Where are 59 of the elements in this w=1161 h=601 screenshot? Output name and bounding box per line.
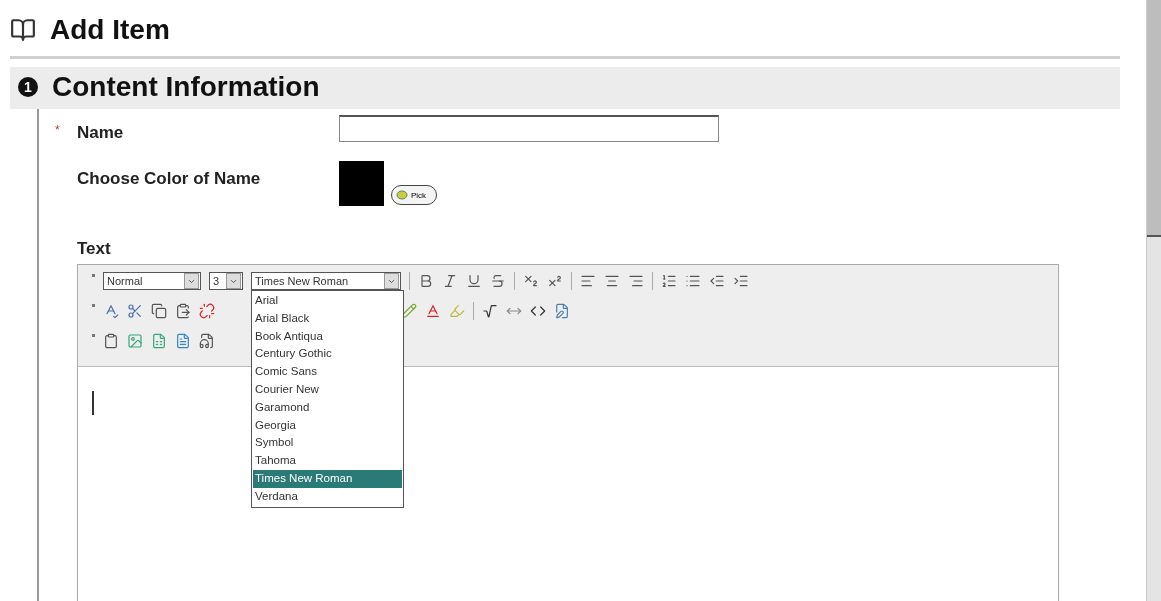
code-icon[interactable] (530, 303, 546, 319)
book-icon (10, 17, 36, 43)
outdent-icon[interactable] (709, 273, 725, 289)
bold-icon[interactable] (418, 273, 434, 289)
copy-icon[interactable] (151, 303, 167, 319)
superscript-icon[interactable] (547, 273, 563, 289)
unlink-icon[interactable] (199, 303, 215, 319)
pencil-icon[interactable] (401, 303, 417, 319)
font-option[interactable]: Arial (253, 292, 402, 310)
numbered-list-icon[interactable] (661, 273, 677, 289)
italic-icon[interactable] (442, 273, 458, 289)
cut-icon[interactable] (127, 303, 143, 319)
font-option[interactable]: Arial Black (253, 309, 402, 328)
align-center-icon[interactable] (604, 273, 620, 289)
font-option[interactable]: Century Gothic (253, 345, 402, 364)
color-swatch[interactable] (339, 161, 384, 206)
font-option[interactable]: Book Antiqua (253, 327, 402, 346)
clipboard-icon[interactable] (103, 333, 119, 349)
field-label: Choose Color of Name (77, 169, 262, 189)
font-option[interactable]: Symbol (253, 434, 402, 453)
font-option[interactable]: Times New Roman (253, 469, 402, 488)
scrollbar[interactable] (1146, 0, 1161, 601)
field-label: Name (77, 123, 125, 143)
spreadsheet-icon[interactable] (151, 333, 167, 349)
palette-icon (396, 190, 408, 200)
font-option[interactable]: Verdana (253, 487, 402, 506)
section-title: Content Information (52, 71, 320, 103)
media-icon[interactable] (199, 333, 215, 349)
square-root-icon[interactable] (482, 303, 498, 319)
format-select[interactable]: Normal (103, 272, 201, 290)
font-option[interactable]: Courier New (253, 381, 402, 399)
text-color-icon[interactable] (425, 303, 441, 319)
edit-document-icon[interactable] (554, 303, 570, 319)
text-cursor-icon (92, 391, 94, 415)
field-label: Text (77, 239, 112, 259)
scrollbar-thumb[interactable] (1147, 0, 1161, 237)
font-option[interactable]: Comic Sans (253, 363, 402, 381)
spellcheck-icon[interactable] (103, 303, 119, 319)
grip-icon (92, 334, 95, 337)
paste-icon[interactable] (175, 303, 191, 319)
grip-icon (92, 304, 95, 307)
document-icon[interactable] (175, 333, 191, 349)
required-mark: * (55, 123, 61, 137)
page-title: Add Item (50, 14, 170, 46)
font-option[interactable]: Georgia (253, 416, 402, 435)
strikethrough-icon[interactable] (490, 273, 506, 289)
underline-icon[interactable] (466, 273, 482, 289)
font-option[interactable]: Tahoma (253, 452, 402, 470)
grip-icon (92, 274, 95, 277)
font-option[interactable]: Garamond (253, 398, 402, 417)
subscript-icon[interactable] (523, 273, 539, 289)
align-right-icon[interactable] (628, 273, 644, 289)
size-select[interactable]: 3 (209, 272, 243, 290)
pick-button[interactable]: Pick (391, 185, 438, 205)
align-left-icon[interactable] (580, 273, 596, 289)
step-number: 1 (18, 77, 38, 97)
name-input[interactable] (339, 115, 719, 142)
indent-icon[interactable] (733, 273, 749, 289)
bullet-list-icon[interactable] (685, 273, 701, 289)
